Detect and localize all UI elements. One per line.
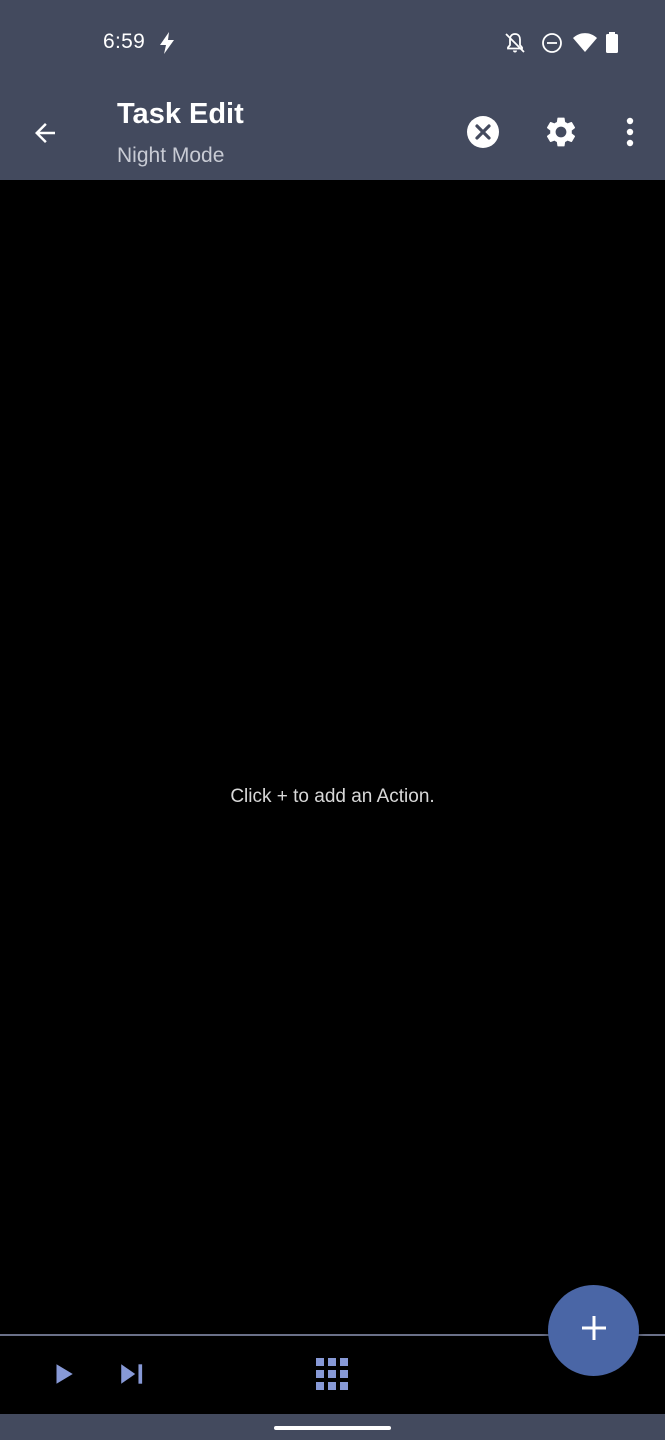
gesture-handle[interactable] [274,1426,391,1430]
page-title: Task Edit [117,98,244,130]
status-bar: 6:59 [0,0,665,88]
cancel-button[interactable] [459,110,507,158]
system-nav-bar [0,1414,665,1440]
settings-icon [543,114,579,155]
back-arrow-icon [30,118,60,153]
task-edit-screen: 6:59 Task Edit Night Mode Click + to add… [0,0,665,1440]
cancel-icon [466,115,500,154]
more-options-button[interactable] [606,110,654,158]
back-button[interactable] [22,112,68,158]
battery-icon [603,31,621,60]
settings-button[interactable] [537,110,585,158]
skip-next-icon [118,1361,146,1392]
grid-button[interactable] [310,1354,354,1398]
play-button[interactable] [41,1354,85,1398]
flash-icon [157,31,177,60]
add-action-button[interactable] [548,1285,639,1376]
wifi-icon [572,31,598,60]
step-button[interactable] [110,1354,154,1398]
more-vert-icon [625,116,635,153]
app-bar: Task Edit Night Mode [0,88,665,180]
action-list-area: Click + to add an Action. [0,180,665,1334]
add-icon [580,1314,608,1347]
play-icon [50,1361,76,1392]
page-subtitle: Night Mode [117,144,225,167]
status-time: 6:59 [103,30,146,53]
grid-icon [316,1357,348,1395]
empty-hint: Click + to add an Action. [230,786,435,807]
notifications-off-icon [503,31,527,60]
do-not-disturb-icon [540,31,564,60]
